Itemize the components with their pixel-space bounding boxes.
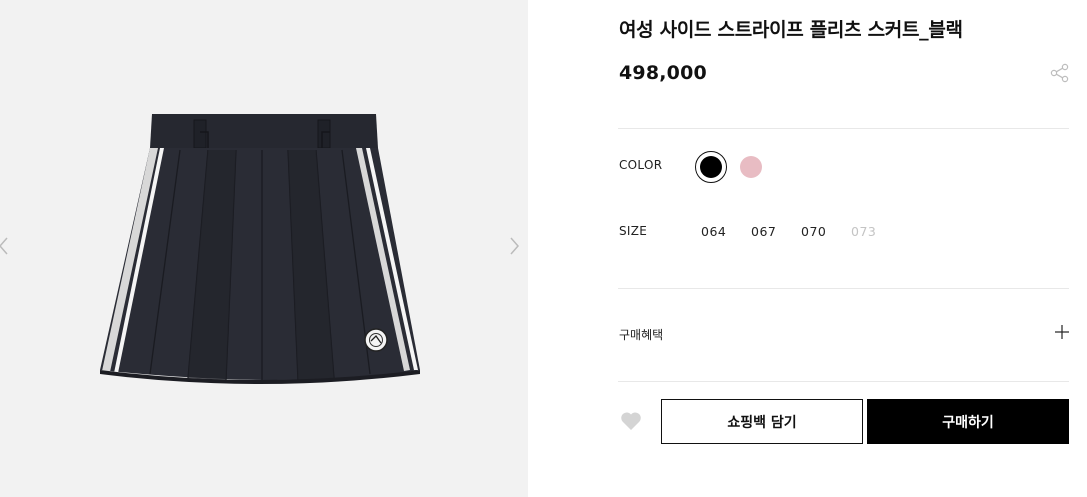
size-option-067[interactable]: 067 (751, 224, 776, 239)
color-swatch-pink[interactable] (735, 151, 767, 183)
color-dot-pink (740, 156, 762, 178)
size-option-070[interactable]: 070 (801, 224, 826, 239)
color-label: COLOR (619, 158, 663, 172)
product-title: 여성 사이드 스트라이프 플리츠 스커트_블랙 (619, 19, 963, 41)
product-gallery (0, 0, 528, 497)
buy-now-button[interactable]: 구매하기 (867, 399, 1069, 444)
plus-icon[interactable] (1055, 325, 1069, 339)
color-swatch-black[interactable] (695, 151, 727, 183)
share-icon[interactable] (1049, 62, 1071, 84)
product-image (100, 114, 420, 384)
heart-icon[interactable] (620, 411, 642, 431)
divider (618, 128, 1069, 129)
size-option-073: 073 (851, 224, 877, 239)
purchase-benefit-label[interactable]: 구매혜택 (619, 326, 663, 343)
chevron-right-icon[interactable] (508, 236, 520, 256)
chevron-left-icon[interactable] (0, 236, 10, 256)
product-info-panel: 여성 사이드 스트라이프 플리츠 스커트_블랙 498,000 COLOR SI… (528, 0, 1087, 497)
color-dot-black (700, 156, 722, 178)
divider (618, 381, 1069, 382)
add-to-cart-button[interactable]: 쇼핑백 담기 (661, 399, 863, 444)
size-option-064[interactable]: 064 (701, 224, 726, 239)
size-label: SIZE (619, 224, 648, 238)
divider (618, 288, 1069, 289)
product-price: 498,000 (619, 62, 707, 84)
